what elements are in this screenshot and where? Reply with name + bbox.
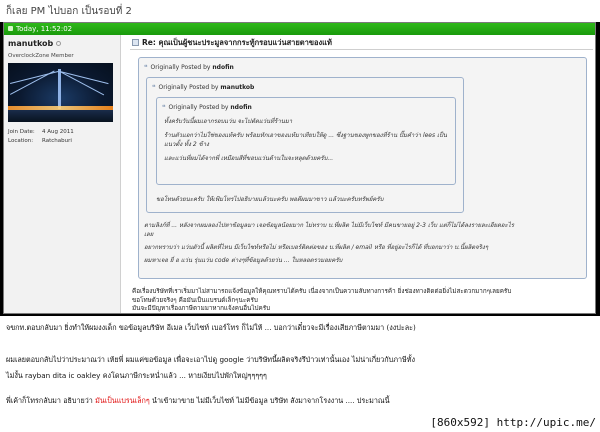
quote-text-inner: ทั้งครับวันนี้ผมเอากรอบแว่น จะไปตัดแว่นท…: [164, 117, 447, 163]
bridge-cable: [59, 71, 109, 85]
quote-line: ตามลิงก์ที่ ... หลังจากผมลองไปหาข้อมูลมา…: [144, 222, 514, 229]
username-link[interactable]: manutkob: [8, 39, 53, 48]
quote-header-middle: ❝ Originally Posted by manutkob: [152, 84, 254, 91]
post-title: Re: คุณเป็นผู้ชนะประมูลจากกระทู้กรอบแว่น…: [142, 38, 332, 47]
image-host-watermark: [860x592] http://upic.me/: [430, 416, 596, 429]
quote-header-outer: ❝ Originally Posted by ndofin: [144, 64, 234, 71]
reply-line: คือเรื่องบริษัทที่เราเริ่มมาไม่สามารถแจ้…: [132, 288, 512, 295]
quote-posted-by-label: Originally Posted by: [150, 64, 211, 71]
post-reply-text: คือเรื่องบริษัทที่เราเริ่มมาไม่สามารถแจ้…: [132, 288, 511, 314]
post-date: Today, 11:52:02: [16, 25, 73, 33]
location-value: Ratchaburi: [42, 138, 72, 144]
bridge-cable: [59, 71, 105, 96]
quote-line: อยากทราบว่า แว่นตัวนี้ ผลิตที่ไหน มีเว็บ…: [144, 244, 489, 251]
quote-author-link[interactable]: ndofin: [212, 64, 233, 71]
screenshot-page: ก็เลย PM ไปบอก เป็นรอบที่ 2 Today, 11:52…: [0, 0, 600, 432]
quote-line: แนวตั้ง ทั้ง 2 ข้าง: [164, 141, 209, 148]
quote-icon: ❝: [144, 64, 148, 71]
comment-line-2: ผมเลยตอบกลับไปว่าประมาณว่า เห้ยพี่ ผมแค่…: [6, 355, 415, 364]
post-container: Today, 11:52:02 manutkob OverclockZone M…: [3, 22, 596, 314]
quote-author-link[interactable]: manutkob: [220, 84, 254, 91]
river: [8, 110, 113, 122]
quote-icon: ❝: [152, 84, 156, 91]
comment-text: นำเข้ามาขาย ไม่มีเว็บไซท์ ไม่มีข้อมูล บร…: [149, 396, 390, 405]
quote-posted-by-label: Originally Posted by: [168, 104, 229, 111]
quote-text-outer: ตามลิงก์ที่ ... หลังจากผมลองไปหาข้อมูลมา…: [144, 221, 514, 265]
user-meta: Join Date: 4 Aug 2011 Location: Ratchaburi: [8, 128, 116, 146]
bridge-pylon: [58, 69, 61, 109]
thread-context-line: ก็เลย PM ไปบอก เป็นรอบที่ 2: [6, 6, 132, 17]
comment-line-1: จขกท.ตอบกลับมา ยิ่งทำให้ผมงงเด็ก ขอข้อมู…: [6, 323, 416, 332]
post-icon: [8, 26, 13, 31]
reply-line: มันจะมีปัญหาเรื่องภาษีตามมาหากแจ้งคนอื่น…: [132, 305, 271, 312]
user-avatar[interactable]: [8, 63, 113, 122]
online-status-icon: [56, 41, 62, 46]
post-content: Re: คุณเป็นผู้ชนะประมูลจากกระทู้กรอบแว่น…: [126, 35, 595, 313]
comment-line-3: ไม่งั้น rayban dita ic oakley คงโดนภาษีก…: [6, 371, 267, 380]
quote-line: เลย: [144, 231, 154, 238]
quote-posted-by-label: Originally Posted by: [158, 84, 219, 91]
post-date-bar: Today, 11:52:02: [4, 23, 595, 35]
join-date-value: 4 Aug 2011: [42, 129, 74, 135]
quote-text-middle: ขอโทษด้วยนะครับ ให้เฟ้มโทรไปอธิบายแล้วนะ…: [156, 196, 384, 203]
reply-line: ขอโทษด้วยจริงๆ คือมันเป็นแบรนด์เล็กๆนะคร…: [132, 296, 258, 304]
quote-icon: ❝: [162, 104, 166, 111]
user-title: OverclockZone Member: [8, 53, 74, 59]
comment-highlight: มันเป็นแบรนเล็กๆ: [95, 396, 150, 405]
forum-post-screenshot: Today, 11:52:02 manutkob OverclockZone M…: [0, 22, 600, 316]
quote-line: และแว่นที่ผมได้จากพี่ เหมือนสีที่ขอบแว่น…: [164, 155, 334, 162]
post-title-icon: [132, 39, 139, 46]
user-info-panel: manutkob OverclockZone Member Join Date:…: [4, 35, 121, 313]
username-row: manutkob: [8, 39, 116, 48]
quote-header-inner: ❝ Originally Posted by ndofin: [162, 104, 252, 111]
quote-line: ทั้งครับวันนี้ผมเอากรอบแว่น จะไปตัดแว่นท…: [164, 118, 293, 125]
location-label: Location:: [8, 138, 34, 144]
post-title-row: Re: คุณเป็นผู้ชนะประมูลจากกระทู้กรอบแว่น…: [132, 37, 332, 49]
quote-author-link[interactable]: ndofin: [230, 104, 251, 111]
comment-line-4: พี่เค้าก็โทรกลับมา อธิบายว่า มันเป็นแบรน…: [6, 396, 390, 407]
title-divider: [130, 49, 593, 50]
quote-line: ร้านตัวแอกว่าไม่ใช่ของแท้ครับ พร้อมทักเอ…: [164, 132, 447, 139]
quote-line: ผมหาเจอ ยี่ อ แว่น รุ่นแว่น code ต่างๆที…: [144, 257, 343, 264]
comment-text: พี่เค้าก็โทรกลับมา อธิบายว่า: [6, 396, 96, 405]
join-date-label: Join Date:: [8, 129, 35, 135]
